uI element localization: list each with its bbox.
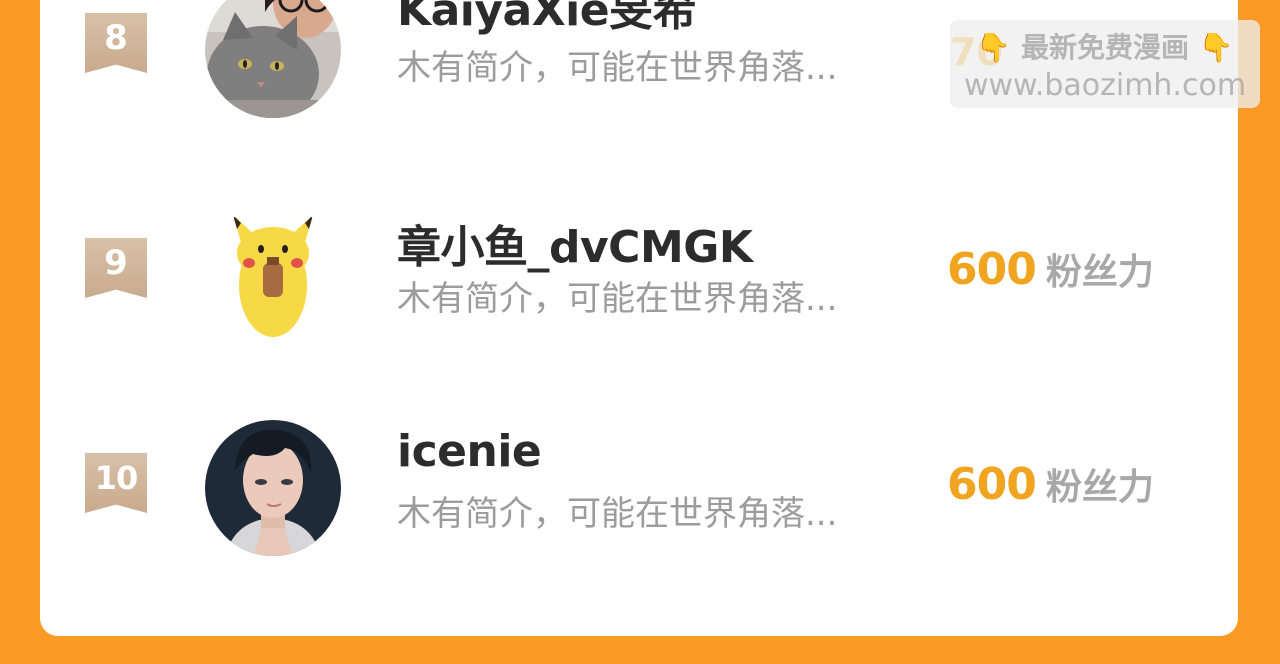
pointing-down-hand-icon: 👇 bbox=[976, 31, 1012, 64]
watermark-title: 👇 最新免费漫画 👇 bbox=[950, 26, 1260, 66]
watermark-url: www.baozimh.com bbox=[963, 68, 1247, 103]
fans-unit: 粉丝力 bbox=[1045, 252, 1154, 293]
site-watermark: 70 👇 最新免费漫画 👇 www.baozimh.com bbox=[950, 20, 1260, 108]
anime-man-avatar-icon bbox=[205, 420, 341, 556]
user-name[interactable]: icenie bbox=[397, 426, 542, 477]
avatar[interactable] bbox=[205, 205, 341, 341]
pointing-down-hand-icon: 👇 bbox=[1198, 31, 1234, 64]
fans-value: 600 bbox=[947, 459, 1037, 510]
fans-unit: 粉丝力 bbox=[1045, 467, 1154, 508]
avatar[interactable] bbox=[205, 0, 341, 118]
fans-count: 600 粉丝力 bbox=[947, 243, 1154, 295]
rank-badge: 9 bbox=[85, 238, 147, 298]
fans-count: 600 粉丝力 bbox=[947, 458, 1154, 510]
user-name[interactable]: KaiyaXie旻希 bbox=[397, 0, 697, 38]
ranking-row[interactable]: 9 章小鱼_dvCMGK 木有简介，可能在世界角落... 600 粉丝力 bbox=[40, 205, 1238, 345]
avatar[interactable] bbox=[205, 420, 341, 556]
rank-badge: 10 bbox=[85, 453, 147, 513]
user-bio: 木有简介，可能在世界角落... bbox=[397, 48, 838, 88]
user-name[interactable]: 章小鱼_dvCMGK bbox=[397, 211, 753, 275]
pikachu-avatar-icon bbox=[205, 205, 341, 341]
user-bio: 木有简介，可能在世界角落... bbox=[397, 279, 838, 319]
ranking-row[interactable]: 10 icenie 木有简介，可能在世界角落... 600 粉丝力 bbox=[40, 420, 1238, 560]
user-bio: 木有简介，可能在世界角落... bbox=[397, 494, 838, 534]
fans-value: 600 bbox=[947, 244, 1037, 295]
watermark-title-text: 最新免费漫画 bbox=[1020, 31, 1189, 64]
cat-selfie-avatar-icon bbox=[205, 0, 341, 118]
rank-badge: 8 bbox=[85, 13, 147, 73]
